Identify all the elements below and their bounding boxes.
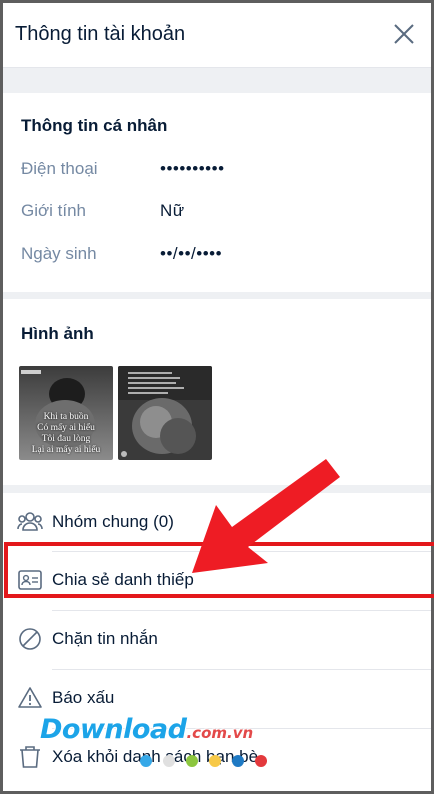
close-button[interactable] [389, 19, 419, 49]
photo-thumbnail[interactable] [118, 366, 212, 460]
share-contact-card-item[interactable]: Chia sẻ danh thiếp [3, 551, 431, 609]
close-icon [394, 24, 414, 44]
caption-line: Tôi đau lòng [41, 434, 91, 444]
account-info-panel: Thông tin tài khoản Thông tin cá nhân Đi… [3, 3, 431, 791]
phone-label: Điện thoại [21, 159, 98, 178]
caption-line: Có mấy ai hiểu [37, 423, 95, 433]
gender-label: Giới tính [21, 201, 87, 220]
photo-image [118, 366, 212, 460]
action-label: Chia sẻ danh thiếp [52, 570, 194, 589]
phone-value: •••••••••• [160, 159, 225, 178]
personal-info-title: Thông tin cá nhân [21, 116, 168, 135]
images-title: Hình ảnh [21, 324, 94, 343]
block-messages-item[interactable]: Chặn tin nhắn [3, 610, 431, 668]
action-label: Nhóm chung (0) [52, 512, 174, 531]
block-icon [19, 628, 41, 650]
action-label: Chặn tin nhắn [52, 629, 158, 648]
actions-section: Nhóm chung (0) Chia sẻ danh thiếp Chặn t… [3, 493, 431, 791]
panel-header: Thông tin tài khoản [3, 3, 431, 68]
report-item[interactable]: Báo xấu [3, 669, 431, 727]
personal-info-section: Thông tin cá nhân Điện thoại •••••••••• … [3, 93, 431, 292]
action-label: Xóa khỏi danh sách bạn bè [52, 747, 259, 766]
warning-icon [18, 687, 42, 708]
common-groups-item[interactable]: Nhóm chung (0) [3, 493, 431, 551]
group-icon [17, 512, 43, 531]
panel-title: Thông tin tài khoản [15, 23, 186, 45]
caption-line: Khi ta buồn [43, 412, 89, 422]
trash-icon [20, 746, 40, 768]
contact-card-icon [18, 570, 42, 590]
images-section: Hình ảnh Khi ta buồn Có mấy ai hiểu Tôi … [3, 299, 431, 485]
birthday-value: ••/••/•••• [160, 244, 223, 263]
photo-thumbnail[interactable]: Khi ta buồn Có mấy ai hiểu Tôi đau lòng … [19, 366, 113, 460]
caption-line: Lại ai mấy ai hiểu [31, 445, 101, 455]
birthday-label: Ngày sinh [21, 244, 97, 263]
remove-friend-item[interactable]: Xóa khỏi danh sách bạn bè [3, 728, 431, 786]
action-label: Báo xấu [52, 688, 115, 707]
gender-value: Nữ [160, 201, 185, 220]
